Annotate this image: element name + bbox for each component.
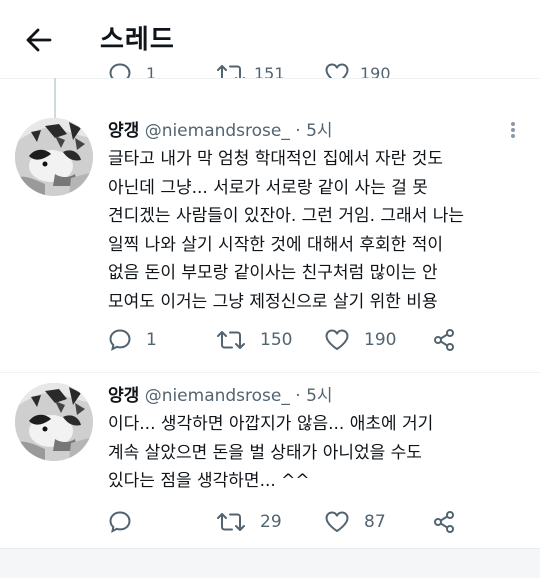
author-name[interactable]: 양갱 [108, 121, 139, 141]
back-button[interactable] [22, 25, 56, 55]
bottom-divider-bar [0, 548, 540, 578]
tweet-text-line: 글타고 내가 막 엄청 학대적인 집에서 자란 것도 [108, 149, 443, 169]
tweet-header: 양갱 @niemandsrose_ · 5시 [108, 120, 333, 142]
author-name[interactable]: 양갱 [108, 386, 139, 406]
author-handle[interactable]: @niemandsrose_ [145, 386, 290, 406]
tweet-text-line: 아닌데 그냥... 서로가 서로랑 같이 사는 걸 못 [108, 177, 428, 198]
more-icon [511, 122, 515, 126]
retweet-button[interactable]: 150 [216, 327, 292, 353]
like-count: 87 [364, 512, 386, 532]
heart-icon [325, 511, 349, 532]
like-button[interactable]: 190 [324, 327, 396, 353]
tweet-text-line: 없음 돈이 부모랑 같이사는 친구처럼 많이는 안 [108, 263, 438, 283]
tweet-header: 양갱 @niemandsrose_ · 5시 [108, 385, 333, 407]
tweet-text-line: 모여도 이거는 그냥 제정신으로 살기 위한 비용 [108, 291, 438, 312]
tweet-text-line: 일찍 나와 살기 시작한 것에 대해서 후회한 적이 [108, 234, 443, 255]
retweet-icon [217, 331, 245, 349]
like-button[interactable]: 87 [324, 509, 386, 535]
retweet-button[interactable]: 29 [216, 509, 282, 535]
reply-icon [109, 511, 131, 533]
tweet-text-line: 이다... 생각하면 아깝지가 않음... 애초에 거기 [108, 414, 434, 434]
retweet-count: 29 [260, 512, 282, 532]
reply-icon[interactable] [108, 62, 132, 78]
divider [0, 372, 540, 373]
retweet-icon[interactable] [216, 62, 246, 78]
reply-count: 1 [146, 64, 157, 78]
tweet-text: 이다... 생각하면 아깝지가 않음... 애초에 거기 계속 살았으면 돈을 … [108, 410, 528, 496]
retweet-icon [217, 513, 245, 531]
thread-connector-line [54, 78, 56, 118]
tweet-action-bar: 1 150 190 [108, 327, 528, 353]
reply-button[interactable] [108, 509, 132, 535]
arrow-left-icon [26, 28, 52, 52]
avatar[interactable] [15, 383, 93, 461]
share-button[interactable] [432, 509, 456, 535]
tweet-action-bar: 29 87 [108, 509, 528, 535]
author-handle[interactable]: @niemandsrose_ [145, 121, 290, 141]
more-options-button[interactable] [503, 120, 523, 140]
share-button[interactable] [432, 327, 456, 353]
avatar-cat-image [15, 383, 93, 461]
reply-count: 1 [146, 330, 157, 350]
share-icon [434, 329, 454, 351]
like-count: 190 [360, 64, 391, 78]
previous-tweet-action-bar: 1 151 190 [0, 62, 540, 78]
page-title: 스레드 [100, 25, 175, 55]
avatar-cat-image [15, 118, 93, 196]
tweet-text-line: 계속 살았으면 돈을 벌 상태가 아니었을 수도 [108, 442, 422, 463]
divider [0, 78, 540, 79]
heart-icon [325, 329, 349, 350]
tweet-text: 글타고 내가 막 엄청 학대적인 집에서 자란 것도 아닌데 그냥... 서로가… [108, 145, 528, 316]
heart-icon[interactable] [324, 62, 350, 78]
reply-icon [109, 329, 131, 351]
reply-button[interactable]: 1 [108, 327, 157, 353]
tweet-text-line: 견디겠는 사람들이 있잔아. 그런 거임. 그래서 나는 [108, 206, 465, 226]
like-count: 190 [364, 330, 397, 350]
retweet-count: 150 [260, 330, 293, 350]
share-icon [434, 511, 454, 533]
tweet-time: · 5시 [289, 121, 333, 141]
tweet-time: · 5시 [289, 386, 333, 406]
avatar[interactable] [15, 118, 93, 196]
tweet-text-line: 있다는 점을 생각하면... ^^ [108, 471, 310, 491]
retweet-count: 151 [254, 64, 285, 78]
